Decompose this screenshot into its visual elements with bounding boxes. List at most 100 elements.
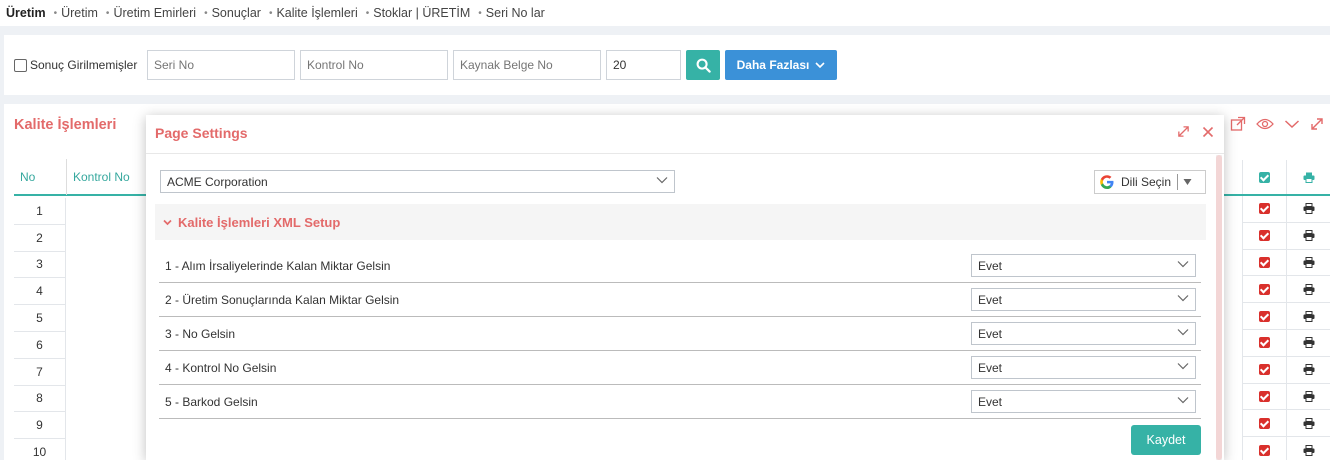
seri-no-input[interactable] [147, 50, 295, 80]
breadcrumb-item-uretim-root[interactable]: Üretim [6, 6, 46, 20]
row-select-cell[interactable] [1242, 222, 1286, 249]
row-select-cell[interactable] [1242, 437, 1286, 460]
row-print-cell[interactable] [1286, 329, 1330, 356]
modal-tools [1177, 125, 1214, 138]
table-row[interactable]: 4 [14, 278, 66, 306]
row-print-cell[interactable] [1286, 276, 1330, 303]
table-row[interactable]: 8 [14, 385, 66, 413]
setting-row: 4 - Kontrol No Gelsin Evet [159, 351, 1201, 385]
checked-box-icon[interactable] [1259, 417, 1270, 429]
column-header-kontrol-no[interactable]: Kontrol No [66, 159, 130, 195]
setting-row: 3 - No Gelsin Evet [159, 317, 1201, 351]
chevron-down-icon[interactable] [1284, 116, 1300, 132]
expand-icon[interactable] [1310, 116, 1324, 132]
setting-label: 5 - Barkod Gelsin [165, 394, 258, 409]
column-header-no[interactable]: No [14, 170, 66, 184]
row-select-cell[interactable] [1242, 249, 1286, 276]
company-select[interactable]: ACME Corporation [160, 170, 675, 193]
xml-setup-section-title: Kalite İşlemleri XML Setup [178, 214, 341, 230]
row-select-cell[interactable] [1242, 410, 1286, 437]
more-button[interactable]: Daha Fazlası [725, 50, 837, 80]
checked-box-icon[interactable] [1259, 203, 1270, 215]
unresulted-checkbox[interactable] [14, 58, 27, 72]
breadcrumb-item-seri-no-lar[interactable]: Seri No lar [486, 6, 545, 20]
close-icon[interactable] [1202, 125, 1214, 138]
print-icon [1303, 364, 1315, 376]
setting-select[interactable]: Evet [971, 254, 1196, 277]
search-button[interactable] [686, 50, 720, 80]
row-print-cell[interactable] [1286, 437, 1330, 460]
print-column-header[interactable] [1286, 160, 1330, 194]
google-logo-icon [1099, 174, 1115, 190]
checked-box-icon[interactable] [1259, 310, 1270, 322]
kontrol-no-input[interactable] [300, 50, 448, 80]
checked-box-icon[interactable] [1259, 364, 1270, 376]
chevron-down-icon [656, 176, 668, 184]
row-select-cell[interactable] [1242, 276, 1286, 303]
setting-row: 5 - Barkod Gelsin Evet [159, 385, 1201, 419]
row-select-cell[interactable] [1242, 329, 1286, 356]
row-print-cell[interactable] [1286, 356, 1330, 383]
row-select-cell[interactable] [1242, 196, 1286, 222]
breadcrumb-item-kalite-islemleri[interactable]: Kalite İşlemleri [276, 6, 357, 20]
row-print-cell[interactable] [1286, 303, 1330, 329]
setting-select-value: Evet [978, 292, 1003, 307]
setting-label: 3 - No Gelsin [165, 326, 236, 341]
breadcrumb-item-stoklar[interactable]: Stoklar | ÜRETİM [373, 6, 470, 20]
table-row[interactable]: 7 [14, 358, 66, 386]
action-row [1242, 329, 1330, 357]
row-print-cell[interactable] [1286, 196, 1330, 222]
row-print-cell[interactable] [1286, 383, 1330, 410]
table-row[interactable]: 5 [14, 305, 66, 332]
checked-box-icon[interactable] [1259, 337, 1270, 349]
checked-box-icon[interactable] [1259, 444, 1270, 456]
row-print-cell[interactable] [1286, 249, 1330, 276]
checked-box-icon[interactable] [1259, 230, 1270, 242]
table-row[interactable]: 2 [14, 224, 66, 252]
modal-title: Page Settings [155, 125, 248, 141]
page-settings-modal: Page Settings ACME Corporation Dili Seçi… [146, 115, 1224, 460]
row-select-cell[interactable] [1242, 356, 1286, 383]
chevron-down-icon [1177, 260, 1189, 268]
table-row[interactable]: 3 [14, 251, 66, 279]
bullet-icon: • [105, 7, 110, 19]
checked-box-icon[interactable] [1259, 256, 1270, 268]
print-icon [1303, 203, 1315, 215]
row-select-cell[interactable] [1242, 303, 1286, 329]
action-row [1242, 249, 1330, 277]
select-all-column-header[interactable] [1242, 160, 1286, 194]
breadcrumb-item-sonuclar[interactable]: Sonuçlar [212, 6, 261, 20]
setting-select[interactable]: Evet [971, 288, 1196, 311]
setting-select-value: Evet [978, 258, 1003, 273]
kaynak-belge-no-input[interactable] [453, 50, 601, 80]
setting-select-value: Evet [978, 360, 1003, 375]
company-select-value: ACME Corporation [167, 174, 268, 189]
setting-select[interactable]: Evet [971, 390, 1196, 413]
table-row[interactable]: 6 [14, 331, 66, 359]
breadcrumb-item-uretim[interactable]: Üretim [61, 6, 98, 20]
print-icon [1303, 256, 1315, 268]
save-button[interactable]: Kaydet [1131, 425, 1201, 455]
export-icon[interactable] [1230, 116, 1246, 132]
table-row[interactable]: 10 [14, 439, 66, 460]
page-size-input[interactable] [606, 50, 681, 80]
setting-select[interactable]: Evet [971, 356, 1196, 379]
checked-box-icon[interactable] [1259, 390, 1270, 402]
row-print-cell[interactable] [1286, 410, 1330, 437]
row-select-cell[interactable] [1242, 383, 1286, 410]
expand-icon[interactable] [1177, 125, 1190, 138]
check-square-icon[interactable] [1259, 171, 1270, 183]
checked-box-icon[interactable] [1259, 283, 1270, 295]
setting-select[interactable]: Evet [971, 322, 1196, 345]
row-print-cell[interactable] [1286, 222, 1330, 249]
language-selector[interactable]: Dili Seçin [1094, 170, 1206, 194]
setting-row: 2 - Üretim Sonuçlarında Kalan Miktar Gel… [159, 283, 1201, 317]
eye-icon[interactable] [1256, 116, 1274, 132]
table-row[interactable]: 9 [14, 412, 66, 440]
print-icon [1303, 172, 1315, 183]
unresulted-filter[interactable]: Sonuç Girilmemişler [14, 58, 137, 72]
table-row[interactable]: 1 [14, 198, 66, 225]
xml-setup-section-header[interactable]: Kalite İşlemleri XML Setup [155, 204, 1206, 240]
breadcrumb-item-uretim-emirleri[interactable]: Üretim Emirleri [113, 6, 196, 20]
modal-scrollbar-thumb[interactable] [1216, 155, 1222, 460]
